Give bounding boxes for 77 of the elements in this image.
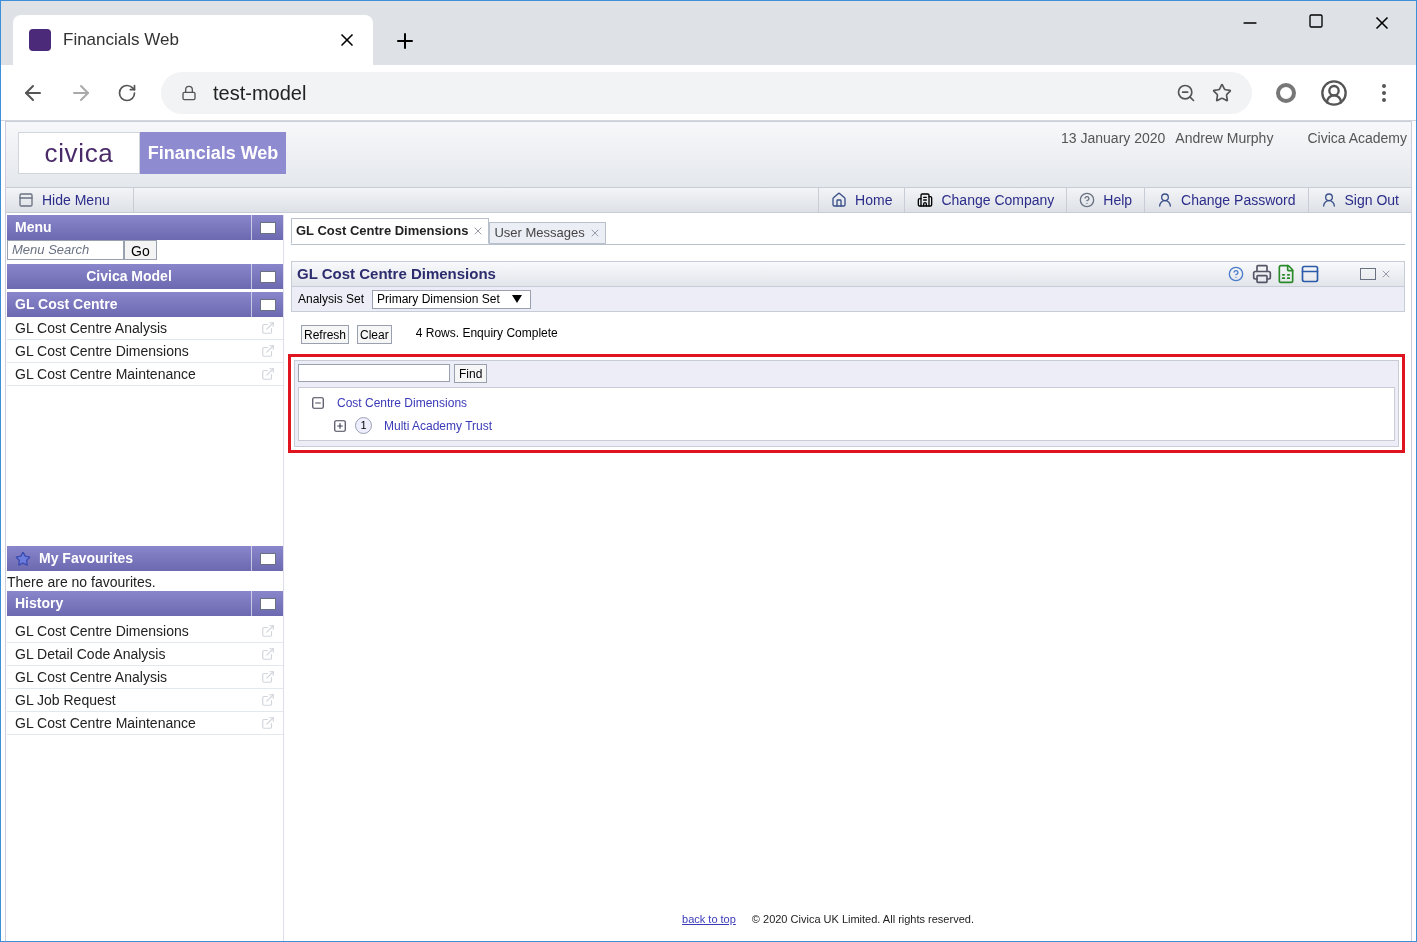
menu-search-field[interactable]: Menu Search — [7, 240, 124, 260]
tree-item[interactable]: Cost Centre Dimensions — [337, 393, 468, 412]
copyright-text: © 2020 Civica UK Limited. All rights reserved. — [751, 911, 974, 927]
reload-icon[interactable] — [117, 82, 137, 103]
hide-menu-button[interactable]: Hide Menu — [6, 188, 134, 212]
sidebar-item[interactable]: GL Cost Centre Analysis — [7, 666, 283, 689]
sidebar-item[interactable]: GL Cost Centre Dimensions — [7, 340, 283, 363]
building-icon — [917, 192, 934, 208]
extension-icon[interactable] — [1276, 82, 1296, 103]
action-button[interactable]: Clear — [357, 325, 392, 344]
sidebar-item[interactable]: GL Cost Centre Analysis — [7, 317, 283, 340]
organisation-name: Civica Academy — [1307, 129, 1407, 148]
panel-title: History — [14, 594, 65, 613]
print-icon[interactable] — [1252, 264, 1272, 284]
sidebar-item[interactable]: GL Cost Centre Maintenance — [7, 363, 283, 386]
sidebar-item[interactable]: GL Job Request — [7, 689, 283, 712]
tab-title: Financials Web — [63, 29, 180, 52]
collapse-icon[interactable] — [311, 395, 325, 410]
action-button[interactable]: Refresh — [301, 325, 350, 344]
toolbar-link[interactable]: Help — [1066, 188, 1145, 212]
find-button[interactable]: Find — [454, 364, 488, 383]
date-text: 13 January 2020 — [1061, 129, 1166, 148]
maximize-icon[interactable] — [1308, 13, 1324, 29]
hide-menu-icon — [18, 192, 34, 208]
bookmark-icon[interactable] — [1212, 82, 1232, 103]
open-icon — [261, 367, 275, 381]
toolbar-link[interactable]: Change Company — [904, 188, 1067, 212]
panel-title: GL Cost Centre Dimensions — [297, 263, 497, 284]
civica-logo: civica — [18, 132, 140, 174]
dropdown-arrow-icon — [511, 295, 522, 303]
toolbar-link[interactable]: Sign Out — [1307, 188, 1411, 212]
help-icon[interactable] — [1228, 266, 1244, 282]
panel-title: Civica Model — [85, 267, 173, 286]
panel-title: GL Cost Centre — [14, 295, 119, 314]
spreadsheet-icon[interactable] — [1276, 264, 1296, 284]
collapse-panel-icon[interactable] — [1300, 264, 1320, 284]
toolbar-link[interactable]: Home — [818, 188, 905, 212]
back-to-top-link[interactable]: back to top — [682, 910, 736, 927]
panel-title: My Favourites — [38, 549, 135, 568]
tab[interactable]: GL Cost Centre Dimensions — [291, 218, 490, 244]
url-text: test-model — [213, 80, 308, 106]
zoom-icon[interactable] — [1176, 82, 1196, 103]
browser-tab[interactable]: Financials Web — [13, 15, 373, 65]
sidebar-item[interactable]: GL Cost Centre Maintenance — [7, 712, 283, 735]
star-icon — [15, 550, 31, 567]
open-icon — [261, 693, 275, 707]
home-icon — [831, 192, 848, 208]
analysis-set-dropdown[interactable]: Primary Dimension Set — [372, 289, 531, 309]
open-icon — [261, 716, 275, 730]
empty-message: There are no favourites. — [7, 573, 157, 591]
sidebar-item[interactable]: GL Detail Code Analysis — [7, 643, 283, 666]
product-name: Financials Web — [140, 132, 286, 174]
address-bar[interactable]: test-model — [161, 71, 1252, 114]
count-badge: 1 — [355, 417, 372, 434]
window-icon[interactable] — [1360, 268, 1376, 280]
sidebar-item[interactable]: GL Cost Centre Dimensions — [7, 620, 283, 643]
user-name: Andrew Murphy — [1175, 129, 1274, 148]
expand-icon[interactable] — [333, 418, 347, 433]
open-icon — [261, 670, 275, 684]
status-text: 4 Rows. Enquiry Complete — [415, 325, 558, 342]
open-icon — [261, 647, 275, 661]
field-label: Analysis Set — [298, 291, 365, 308]
tree-item[interactable]: Multi Academy Trust — [384, 416, 493, 435]
open-icon — [261, 344, 275, 358]
find-field[interactable] — [298, 364, 450, 382]
user-icon — [1320, 192, 1337, 208]
lock-icon — [181, 84, 197, 101]
go-button[interactable]: Go — [124, 240, 157, 260]
profile-icon[interactable] — [1320, 78, 1348, 107]
help-icon — [1079, 192, 1096, 208]
toolbar-link[interactable]: Change Password — [1144, 188, 1308, 212]
tab[interactable]: User Messages — [489, 222, 606, 244]
open-icon — [261, 624, 275, 638]
app-logo-icon — [29, 29, 51, 51]
user-icon — [1157, 192, 1174, 208]
panel-title: Menu — [14, 218, 53, 237]
open-icon — [261, 321, 275, 335]
